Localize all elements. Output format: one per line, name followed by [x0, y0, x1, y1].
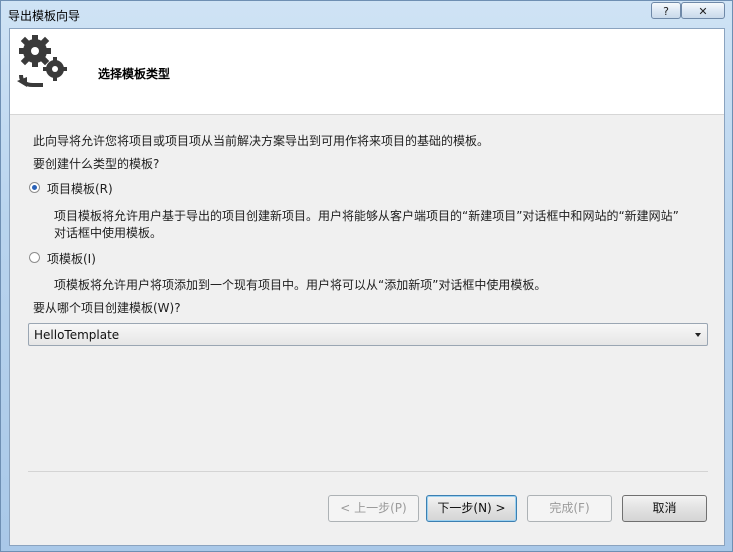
- back-button[interactable]: < 上一步(P): [328, 495, 419, 522]
- template-type-question: 要创建什么类型的模板?: [33, 157, 160, 171]
- project-template-desc-line1: 项目模板将允许用户基于导出的项目创建新项目。用户将能够从客户端项目的“新建项目”…: [54, 209, 679, 223]
- wizard-client-area: 选择模板类型 此向导将允许您将项目或项目项从当前解决方案导出到可用作将来项目的基…: [9, 28, 725, 546]
- window-title: 导出模板向导: [8, 9, 81, 23]
- wizard-header: 选择模板类型: [10, 29, 724, 115]
- project-select-value: HelloTemplate: [34, 328, 120, 342]
- cancel-button[interactable]: 取消: [622, 495, 707, 522]
- item-template-desc: 项模板将允许用户将项添加到一个现有项目中。用户将可以从“添加新项”对话框中使用模…: [54, 278, 547, 292]
- gears-export-icon: [17, 35, 67, 87]
- finish-button[interactable]: 完成(F): [527, 495, 612, 522]
- wizard-window: 导出模板向导 ? ✕ 选择模板类型 此向导将允许您将项目或项目项从当前解决方案导…: [0, 0, 733, 552]
- next-button[interactable]: 下一步(N) >: [426, 495, 517, 522]
- item-template-label[interactable]: 项模板(I): [47, 250, 96, 267]
- wizard-description: 此向导将允许您将项目或项目项从当前解决方案导出到可用作将来项目的基础的模板。: [33, 134, 490, 148]
- help-button[interactable]: ?: [651, 2, 681, 19]
- project-template-radio[interactable]: [29, 182, 40, 193]
- project-template-label[interactable]: 项目模板(R): [47, 180, 113, 197]
- footer-divider: [28, 471, 708, 472]
- project-select-label: 要从哪个项目创建模板(W)?: [33, 301, 181, 315]
- page-title: 选择模板类型: [98, 67, 171, 81]
- project-select-dropdown[interactable]: HelloTemplate: [28, 323, 708, 346]
- title-bar[interactable]: 导出模板向导 ? ✕: [1, 1, 732, 28]
- project-template-desc-line2: 对话框中使用模板。: [54, 226, 163, 240]
- close-button[interactable]: ✕: [681, 2, 725, 19]
- chevron-down-icon[interactable]: [695, 333, 701, 337]
- item-template-radio[interactable]: [29, 252, 40, 263]
